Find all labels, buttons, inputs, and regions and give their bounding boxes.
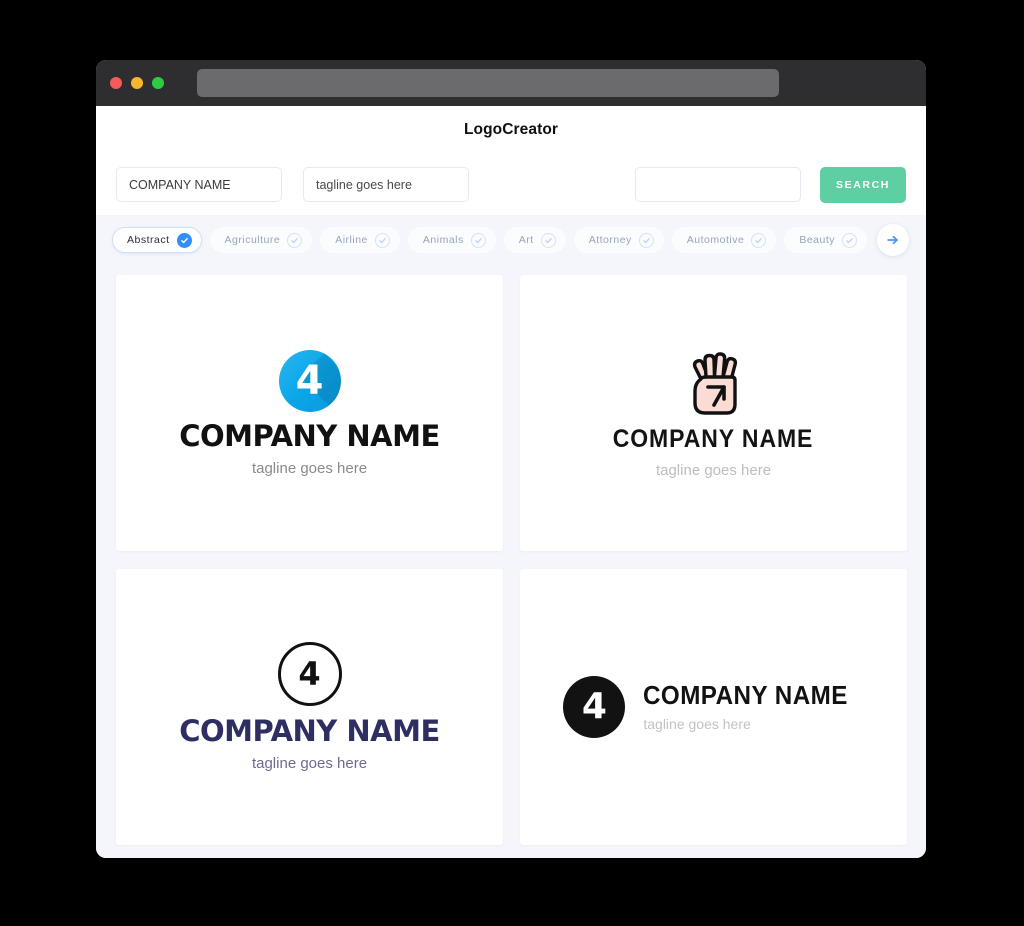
check-icon xyxy=(751,232,767,248)
check-icon xyxy=(176,232,192,248)
logo-preview: 4 COMPANY NAME tagline goes here xyxy=(563,676,863,738)
check-icon xyxy=(842,232,858,248)
keyword-input[interactable] xyxy=(635,167,801,202)
logo-tagline: tagline goes here xyxy=(643,716,751,732)
logo-preview: 4 COMPANY NAME tagline goes here xyxy=(179,349,440,477)
logo-company-name: COMPANY NAME xyxy=(613,425,814,453)
logo-card[interactable]: 4 COMPANY NAME tagline goes here xyxy=(116,569,503,845)
category-chip-label: Agriculture xyxy=(224,234,281,246)
company-name-input[interactable] xyxy=(116,167,282,202)
logo-tagline: tagline goes here xyxy=(251,459,368,477)
category-chip-label: Attorney xyxy=(588,234,632,246)
logo-company-name: COMPANY NAME xyxy=(643,680,849,710)
category-chip-attorney[interactable]: Attorney xyxy=(573,227,664,253)
category-chip-label: Automotive xyxy=(686,234,745,246)
check-icon xyxy=(287,232,303,248)
outline-circle-four-icon: 4 xyxy=(277,642,342,706)
category-chip-label: Abstract xyxy=(127,234,170,246)
browser-titlebar xyxy=(96,60,926,106)
check-icon xyxy=(470,232,486,248)
logo-tagline: tagline goes here xyxy=(251,755,368,772)
maximize-window-button[interactable] xyxy=(152,77,164,89)
logo-preview: COMPANY NAME tagline goes here xyxy=(604,347,822,479)
logo-digit: 4 xyxy=(298,655,321,693)
solid-circle-four-icon: 4 xyxy=(563,676,626,738)
logo-text-block: COMPANY NAME tagline goes here xyxy=(643,682,863,732)
minimize-window-button[interactable] xyxy=(131,77,143,89)
window-controls xyxy=(110,77,164,89)
category-chip-label: Beauty xyxy=(799,234,836,246)
tagline-input[interactable] xyxy=(303,167,469,202)
check-icon xyxy=(638,232,654,248)
browser-window: LogoCreator SEARCH Abstract Agriculture … xyxy=(96,60,926,858)
logo-card[interactable]: COMPANY NAME tagline goes here xyxy=(520,275,907,551)
category-chip-automotive[interactable]: Automotive xyxy=(671,227,777,253)
check-icon xyxy=(374,232,390,248)
check-icon xyxy=(540,232,556,248)
category-chip-agriculture[interactable]: Agriculture xyxy=(209,227,313,253)
logo-card[interactable]: 4 COMPANY NAME tagline goes here xyxy=(116,275,503,551)
close-window-button[interactable] xyxy=(110,77,122,89)
logo-tagline: tagline goes here xyxy=(655,462,772,479)
hand-four-fingers-icon xyxy=(692,352,737,415)
app-header: LogoCreator xyxy=(96,106,926,154)
logo-preview: 4 COMPANY NAME tagline goes here xyxy=(179,642,440,772)
category-filter-bar: Abstract Agriculture Airline Animals Art xyxy=(96,215,926,265)
category-chip-animals[interactable]: Animals xyxy=(407,227,496,253)
category-chip-art[interactable]: Art xyxy=(503,227,566,253)
logo-digit: 4 xyxy=(295,357,324,404)
address-bar[interactable] xyxy=(197,69,779,97)
categories-next-button[interactable] xyxy=(877,224,909,256)
logo-company-name: COMPANY NAME xyxy=(179,418,440,453)
logo-company-name: COMPANY NAME xyxy=(179,714,440,748)
search-button[interactable]: SEARCH xyxy=(820,166,906,203)
category-chip-label: Animals xyxy=(422,234,464,246)
category-chip-abstract[interactable]: Abstract xyxy=(112,227,202,253)
logo-digit: 4 xyxy=(581,686,607,727)
category-chip-label: Airline xyxy=(335,234,368,246)
category-chip-label: Art xyxy=(518,234,534,246)
blue-circle-four-icon: 4 xyxy=(278,349,341,412)
logo-card[interactable]: 4 COMPANY NAME tagline goes here xyxy=(520,569,907,845)
logo-results-grid: 4 COMPANY NAME tagline goes here COMPANY… xyxy=(96,265,926,858)
category-chip-beauty[interactable]: Beauty xyxy=(784,227,868,253)
app-title: LogoCreator xyxy=(463,121,559,138)
category-chip-airline[interactable]: Airline xyxy=(320,227,400,253)
arrow-right-icon xyxy=(887,235,898,245)
search-bar: SEARCH xyxy=(96,154,926,215)
